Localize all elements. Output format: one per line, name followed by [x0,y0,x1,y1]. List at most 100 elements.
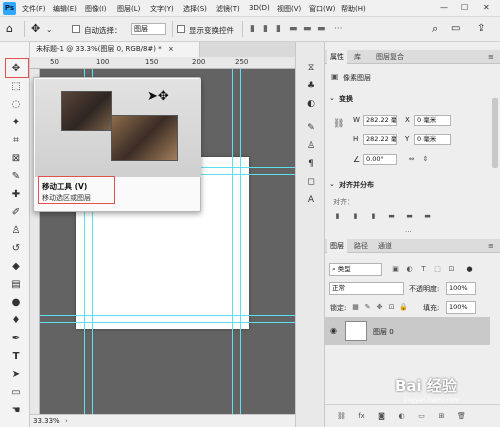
layer-name[interactable]: 图层 0 [373,327,394,337]
y-input[interactable]: 0 毫米 [414,134,451,145]
filter-pixel-icon[interactable]: ▣ [391,265,400,274]
menu-filter[interactable]: 滤镜(T) [216,4,240,14]
minimize-icon[interactable]: — [440,3,448,12]
align-right-icon[interactable]: ▮ [276,24,281,34]
lock-position-icon[interactable]: ✥ [375,303,384,312]
width-input[interactable]: 282.22 毫 [363,115,397,126]
eyedropper-icon[interactable]: ✎ [9,170,23,184]
filter-toggle-icon[interactable]: ● [465,265,474,274]
shape-tool-icon[interactable]: ▭ [9,386,23,400]
gradient-tool-icon[interactable]: ▤ [9,278,23,292]
menu-image[interactable]: 图像(I) [85,4,107,14]
magic-wand-icon[interactable]: ✦ [9,116,23,130]
align-top-icon[interactable]: ▬ [289,24,298,34]
panel-menu-icon[interactable]: ≡ [485,50,497,64]
close-tab-icon[interactable]: × [168,45,174,53]
auto-select-dropdown[interactable]: 图层 [131,23,166,35]
panel-menu-icon[interactable]: ≡ [485,239,497,253]
workspace-icon[interactable]: ▭ [451,23,460,34]
lock-artboard-icon[interactable]: ⊡ [387,303,396,312]
align-right-icon[interactable]: ▮ [369,212,378,221]
more-options-icon[interactable]: ··· [405,228,412,236]
align-middle-icon[interactable]: ▬ [303,24,312,34]
filter-smart-icon[interactable]: ⊡ [447,265,456,274]
new-group-icon[interactable]: ▭ [417,412,426,421]
brushes-icon[interactable]: ✎ [305,122,317,134]
crop-tool-icon[interactable]: ⌗ [9,134,23,148]
angle-input[interactable]: 0.00° [363,154,397,165]
clone-stamp-icon[interactable]: ♙ [9,224,23,238]
menu-layer[interactable]: 图层(L) [117,4,140,14]
align-center-icon[interactable]: ▮ [351,212,360,221]
new-layer-icon[interactable]: ⊞ [437,412,446,421]
history-brush-icon[interactable]: ↺ [9,242,23,256]
layer-style-icon[interactable]: fx [357,412,366,421]
properties-scrollbar[interactable] [492,98,498,168]
menu-window[interactable]: 窗口(W) [309,4,335,14]
close-icon[interactable]: ✕ [483,3,490,12]
align-left-icon[interactable]: ▮ [250,24,255,34]
guide-line[interactable] [232,69,233,414]
link-icon[interactable]: ⛓ [333,119,344,129]
eraser-tool-icon[interactable]: ◆ [9,260,23,274]
hand-tool-icon[interactable]: ☚ [9,404,23,418]
align-left-icon[interactable]: ▮ [333,212,342,221]
share-icon[interactable]: ⇪ [477,23,485,34]
marquee-tool-icon[interactable]: ⬚ [9,80,23,94]
type-tool-icon[interactable]: T [9,350,23,364]
height-input[interactable]: 282.22 毫 [363,134,397,145]
chevron-down-icon[interactable]: ⌄ [329,94,335,102]
tab-libraries[interactable]: 库 [351,50,364,64]
fill-input[interactable]: 100% [446,301,476,314]
blur-tool-icon[interactable]: ● [9,296,23,310]
align-bottom-icon[interactable]: ▬ [423,212,432,221]
align-bottom-icon[interactable]: ▬ [317,24,326,34]
path-selection-icon[interactable]: ➤ [9,368,23,382]
chevron-down-icon[interactable]: ⌄ [329,180,335,188]
zoom-level[interactable]: 33.33% [33,417,60,425]
show-transform-checkbox[interactable] [177,25,185,33]
opacity-input[interactable]: 100% [446,282,476,295]
auto-select-checkbox[interactable] [72,25,80,33]
menu-3d[interactable]: 3D(D) [249,4,270,12]
more-options-icon[interactable]: ··· [334,24,343,34]
paragraph-icon[interactable]: ¶ [305,158,317,170]
delete-layer-icon[interactable]: 🗑 [457,412,466,421]
align-middle-icon[interactable]: ▬ [405,212,414,221]
dodge-tool-icon[interactable]: ♦ [9,314,23,328]
home-icon[interactable]: ⌂ [6,22,13,35]
add-mask-icon[interactable]: ◙ [377,412,386,421]
maximize-icon[interactable]: ☐ [461,3,468,12]
guide-line[interactable] [240,69,241,414]
guide-line[interactable] [40,322,295,323]
blend-mode-dropdown[interactable]: 正常 [329,282,404,295]
x-input[interactable]: 0 毫米 [414,115,451,126]
layer-filter-dropdown[interactable]: ⌕ 类型 [329,263,382,276]
tab-layer-comps[interactable]: 图层复合 [373,50,407,64]
menu-view[interactable]: 视图(V) [277,4,301,14]
search-icon[interactable]: ⌕ [432,22,438,36]
filter-shape-icon[interactable]: ⬚ [433,265,442,274]
menu-type[interactable]: 文字(Y) [150,4,174,14]
menu-select[interactable]: 选择(S) [183,4,207,14]
history-icon[interactable]: ⧖ [305,62,317,74]
glyphs-icon[interactable]: ◻ [305,176,317,188]
filter-type-icon[interactable]: T [419,265,428,274]
status-arrow-icon[interactable]: › [65,417,68,425]
tab-layers[interactable]: 图层 [327,239,347,253]
color-icon[interactable]: ◐ [305,98,317,110]
lock-all-icon[interactable]: 🔒 [399,303,408,312]
pen-tool-icon[interactable]: ✒ [9,332,23,346]
tab-properties[interactable]: 属性 [327,50,347,64]
lasso-tool-icon[interactable]: ◌ [9,98,23,112]
align-top-icon[interactable]: ▬ [387,212,396,221]
menu-help[interactable]: 帮助(H) [341,4,366,14]
link-layers-icon[interactable]: ⛓ [337,412,346,421]
lock-transparency-icon[interactable]: ▦ [351,303,360,312]
menu-edit[interactable]: 编辑(E) [53,4,77,14]
healing-brush-icon[interactable]: ✚ [9,188,23,202]
filter-adjustment-icon[interactable]: ◐ [405,265,414,274]
tab-paths[interactable]: 路径 [351,239,371,253]
align-center-icon[interactable]: ▮ [263,24,268,34]
menu-file[interactable]: 文件(F) [22,4,46,14]
